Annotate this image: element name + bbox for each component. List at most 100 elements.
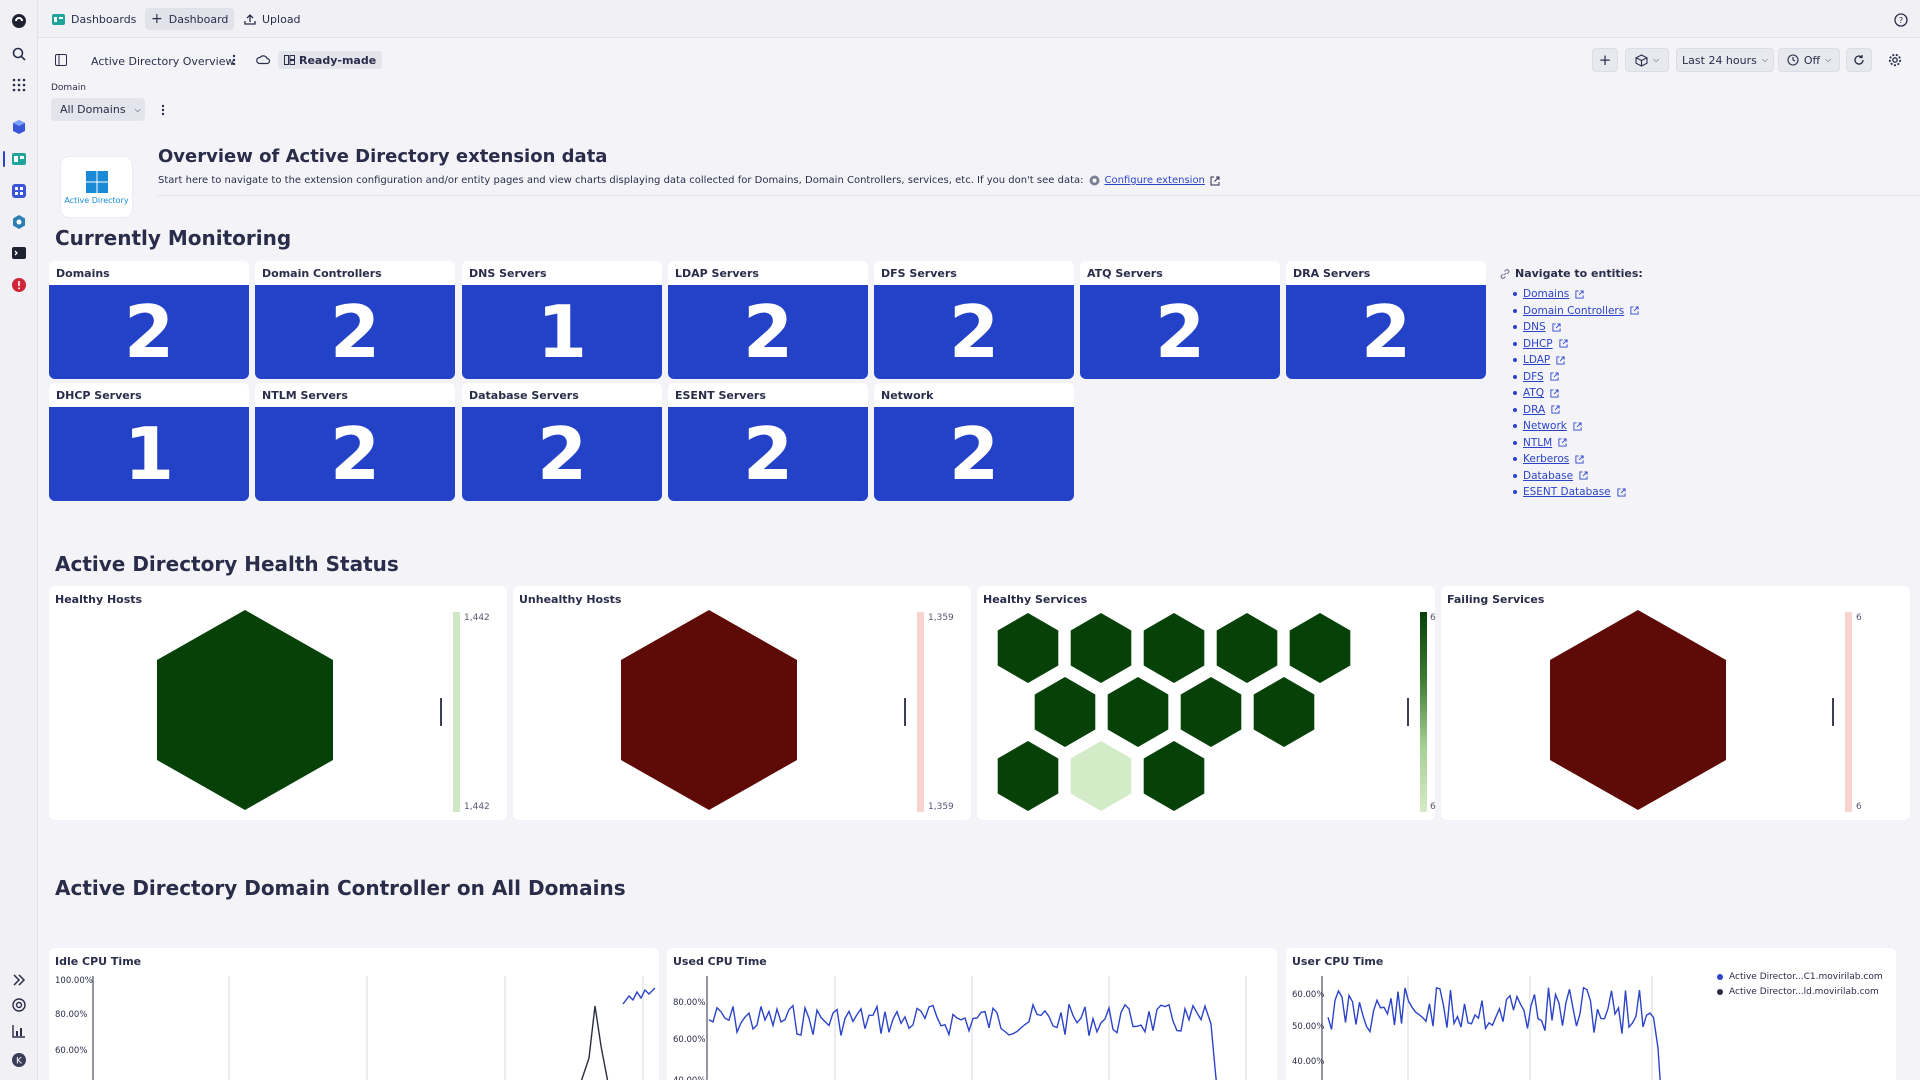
help-icon[interactable]: ?	[1894, 12, 1908, 31]
tile-ntlm-servers[interactable]: NTLM Servers 2	[255, 383, 455, 501]
y-tick-label: 60.00%	[55, 1046, 87, 1056]
entity-link[interactable]: DRA	[1523, 404, 1545, 416]
series-line[interactable]	[622, 987, 656, 1005]
tile-ldap-servers[interactable]: LDAP Servers 2	[668, 261, 868, 379]
entity-link[interactable]: Domains	[1523, 288, 1569, 300]
expand-rail-icon[interactable]	[9, 970, 29, 990]
tile-domains[interactable]: Domains 2	[49, 261, 249, 379]
tile-dfs-servers[interactable]: DFS Servers 2	[874, 261, 1074, 379]
chevron-down-icon: ⌵	[134, 104, 141, 114]
series-line[interactable]	[1327, 986, 1662, 1080]
external-link-icon	[1617, 488, 1626, 497]
tile-database-servers[interactable]: Database Servers 2	[462, 383, 662, 501]
y-tick-label: 40.00%	[1292, 1057, 1324, 1067]
chart-icon[interactable]	[9, 1021, 29, 1041]
sidebar-toggle-icon[interactable]	[55, 54, 67, 66]
list-item: Network	[1513, 418, 1643, 435]
entity-link[interactable]: DNS	[1523, 321, 1546, 333]
tile-dhcp-servers[interactable]: DHCP Servers 1	[49, 383, 249, 501]
series-line[interactable]	[708, 1002, 1219, 1080]
legend-marker	[440, 698, 442, 726]
segments-button[interactable]: ⌵	[1625, 48, 1669, 72]
honeycomb-cell[interactable]	[1216, 613, 1278, 683]
tile-value: 1	[49, 407, 249, 501]
list-item: Database	[1513, 468, 1643, 485]
tile-label: Domain Controllers	[262, 267, 382, 280]
honeycomb-cell[interactable]	[1550, 610, 1726, 810]
section-title-monitoring: Currently Monitoring	[55, 226, 292, 250]
legend-label: Active Director...ld.movirilab.com	[1729, 987, 1879, 997]
honeycomb-cell[interactable]	[1253, 677, 1315, 747]
entity-link[interactable]: DHCP	[1523, 338, 1553, 350]
domain-filter-select[interactable]: All Domains ⌵	[51, 98, 145, 121]
legend-max: 1,442	[464, 613, 490, 623]
cube-app-icon[interactable]	[9, 117, 29, 137]
tile-network[interactable]: Network 2	[874, 383, 1074, 501]
user-avatar[interactable]: K	[9, 1050, 29, 1070]
intro-text: Start here to navigate to the extension …	[158, 175, 1084, 186]
problems-icon[interactable]	[9, 275, 29, 295]
external-link-icon	[1559, 339, 1568, 348]
legend-item[interactable]: Active Director...ld.movirilab.com	[1717, 987, 1879, 997]
add-tile-button[interactable]: +	[1592, 48, 1618, 72]
entity-link[interactable]: Kerberos	[1523, 453, 1569, 465]
honeycomb-cell[interactable]	[997, 613, 1059, 683]
entity-link[interactable]: Network	[1523, 420, 1567, 432]
search-icon[interactable]	[9, 44, 29, 64]
entity-link[interactable]: DFS	[1523, 371, 1544, 383]
chart-used-cpu: Used CPU Time 80.00%60.00%40.00%	[667, 948, 1277, 1080]
kubernetes-icon[interactable]	[9, 212, 29, 232]
tab-upload[interactable]: Upload	[238, 8, 307, 30]
honeycomb-cell[interactable]	[1107, 677, 1169, 747]
apps-grid-icon[interactable]	[9, 75, 29, 95]
tile-dns-servers[interactable]: DNS Servers 1	[462, 261, 662, 379]
tile-dra-servers[interactable]: DRA Servers 2	[1286, 261, 1486, 379]
tab-dashboards[interactable]: Dashboards	[46, 8, 142, 30]
bullet	[1513, 374, 1517, 379]
configure-extension-link[interactable]: Configure extension	[1105, 175, 1205, 186]
series-line[interactable]	[93, 1005, 615, 1080]
tile-atq-servers[interactable]: ATQ Servers 2	[1080, 261, 1280, 379]
honeycomb-cell[interactable]	[1034, 677, 1096, 747]
y-tick-label: 50.00%	[1292, 1022, 1324, 1032]
entity-link[interactable]: NTLM	[1523, 437, 1552, 449]
honeycomb-cell[interactable]	[1143, 613, 1205, 683]
more-options-icon[interactable]	[232, 54, 236, 66]
terminal-icon[interactable]	[9, 243, 29, 263]
filter-more-icon[interactable]	[161, 104, 165, 116]
honeycomb-cell[interactable]	[997, 741, 1059, 811]
honeycomb-cell[interactable]	[621, 610, 797, 810]
honeycomb-cell[interactable]	[157, 610, 333, 810]
auto-refresh-selector[interactable]: Off ⌵	[1778, 48, 1840, 72]
tile-domain-controllers[interactable]: Domain Controllers 2	[255, 261, 455, 379]
dashboards-nav-icon[interactable]	[9, 149, 29, 169]
tile-esent-servers[interactable]: ESENT Servers 2	[668, 383, 868, 501]
entity-link[interactable]: Database	[1523, 470, 1573, 482]
honeycomb-cell[interactable]	[1070, 741, 1132, 811]
help-circle-icon[interactable]	[9, 995, 29, 1015]
honeycomb-cell[interactable]	[1180, 677, 1242, 747]
legend-marker	[904, 698, 906, 726]
legend-min: 1,442	[464, 802, 490, 812]
honeycomb-cell[interactable]	[1070, 613, 1132, 683]
divider	[158, 195, 1920, 196]
entity-link[interactable]: ATQ	[1523, 387, 1544, 399]
entity-link[interactable]: LDAP	[1523, 354, 1550, 366]
chart-user-cpu: User CPU Time 60.00%50.00%40.00%30.00% A…	[1286, 948, 1896, 1080]
entity-link[interactable]: Domain Controllers	[1523, 305, 1624, 317]
tab-dashboard[interactable]: + Dashboard	[145, 8, 235, 30]
app-logo-icon[interactable]	[9, 11, 29, 31]
entity-link[interactable]: ESENT Database	[1523, 486, 1611, 498]
refresh-button[interactable]	[1846, 48, 1872, 72]
legend-item[interactable]: Active Director...C1.movirilab.com	[1717, 972, 1883, 982]
settings-gear-icon[interactable]	[1888, 53, 1902, 67]
grid-app-icon[interactable]	[9, 181, 29, 201]
honeycomb-cell[interactable]	[1143, 741, 1205, 811]
external-link-icon	[1575, 455, 1584, 464]
bullet	[1513, 490, 1517, 495]
timeframe-selector[interactable]: Last 24 hours ⌵	[1676, 48, 1774, 72]
list-item: LDAP	[1513, 352, 1643, 369]
left-nav-rail: K	[0, 0, 38, 1080]
section-title-domain-controller: Active Directory Domain Controller on Al…	[55, 876, 626, 900]
honeycomb-cell[interactable]	[1289, 613, 1351, 683]
